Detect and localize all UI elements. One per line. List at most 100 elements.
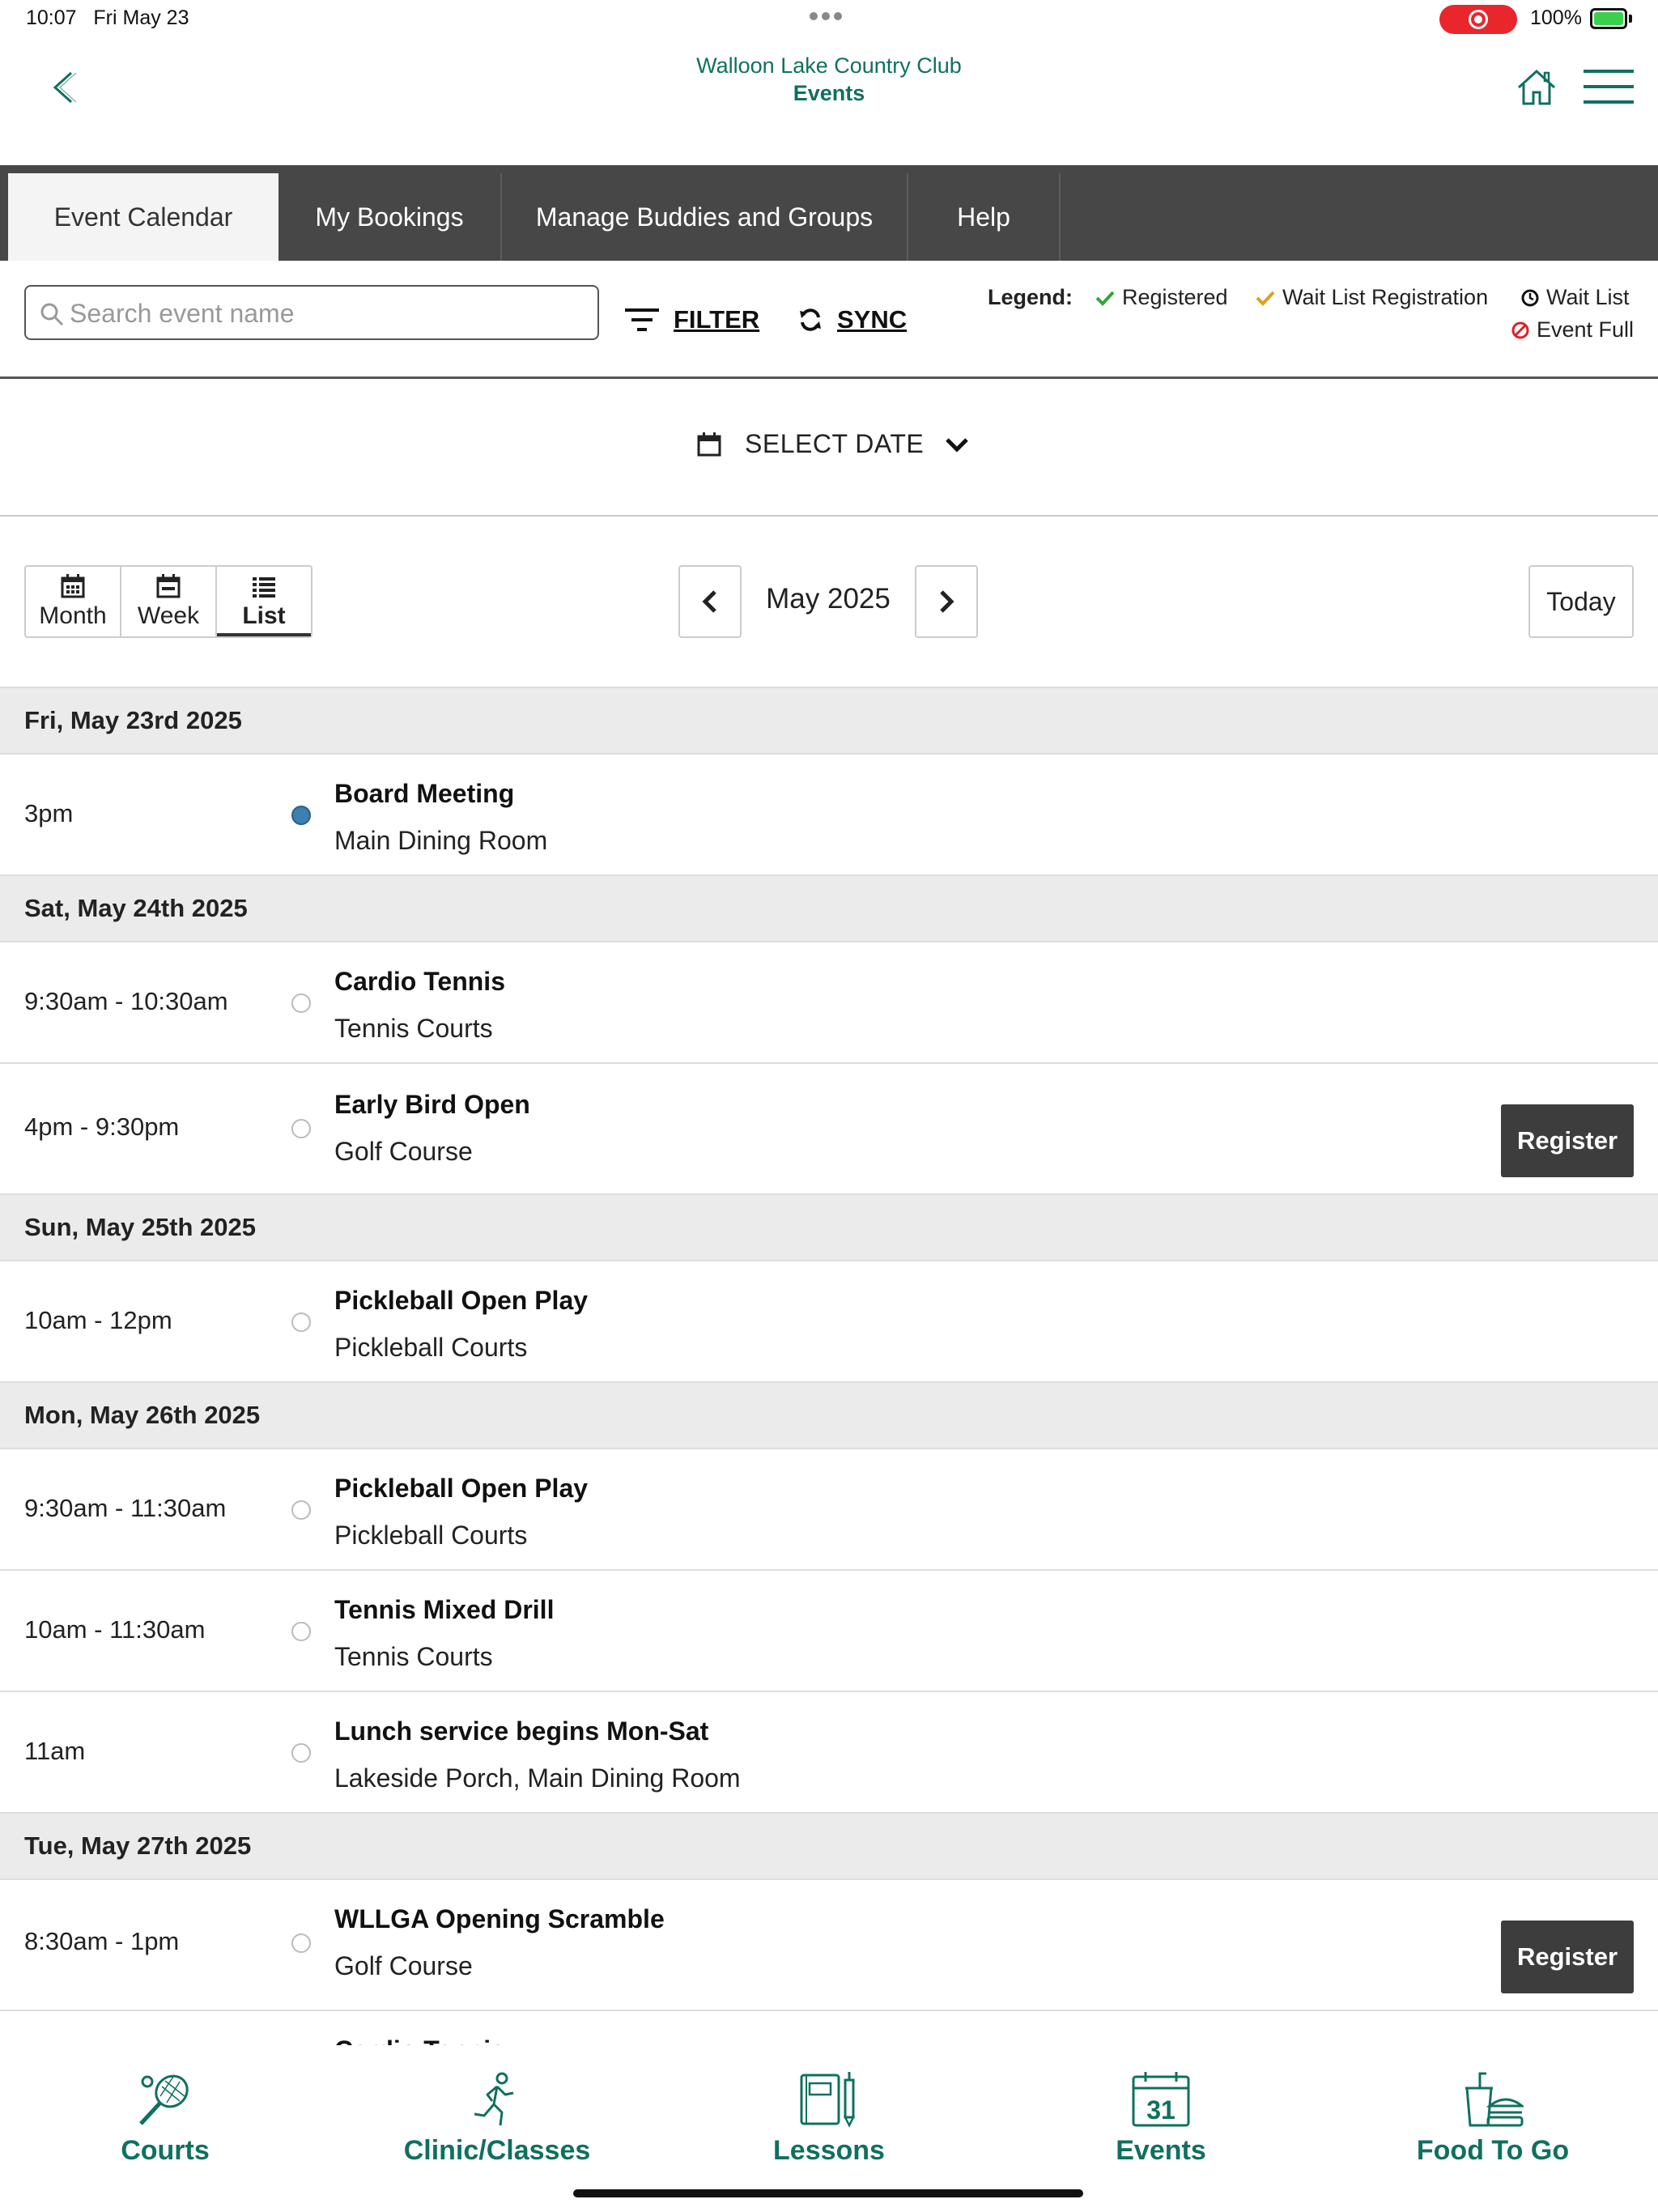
search-toolbar: FILTER SYNC Legend: Registered Wait List…: [0, 261, 1658, 379]
event-location: Golf Course: [334, 1137, 473, 1166]
current-month-label: May 2025: [766, 583, 891, 615]
check-icon: [1256, 291, 1275, 306]
view-list-button[interactable]: List: [217, 567, 311, 636]
filter-icon: [625, 308, 659, 331]
chevron-right-icon: [940, 590, 954, 613]
nav-clinic-classes-label: Clinic/Classes: [403, 2135, 591, 2166]
event-status-dot: [291, 993, 311, 1013]
calendar-month-icon: [61, 574, 85, 598]
event-row[interactable]: Cardio Tennis: [0, 2011, 1658, 2045]
event-time: 3pm: [24, 799, 74, 827]
event-row[interactable]: 4pm - 9:30pm Early Bird Open Golf Course…: [0, 1064, 1658, 1195]
event-name[interactable]: Cardio Tennis: [334, 2035, 505, 2045]
filter-label: FILTER: [674, 305, 760, 334]
event-name[interactable]: Cardio Tennis: [334, 967, 505, 997]
event-row[interactable]: 8:30am - 1pm WLLGA Opening Scramble Golf…: [0, 1880, 1658, 2011]
select-date-dropdown[interactable]: SELECT DATE: [696, 429, 969, 459]
view-week-button[interactable]: Week: [121, 567, 217, 636]
event-status-dot: [291, 1743, 311, 1763]
today-button[interactable]: Today: [1528, 565, 1634, 638]
date-selector-row: SELECT DATE: [0, 379, 1658, 517]
sync-button[interactable]: SYNC: [798, 300, 907, 340]
filter-button[interactable]: FILTER: [625, 300, 759, 340]
nav-lessons-label: Lessons: [773, 2135, 885, 2166]
legend-wait-list: Wait List: [1520, 285, 1630, 310]
legend-registered: Registered: [1095, 285, 1228, 310]
view-month-label: Month: [39, 602, 107, 629]
event-time: 9:30am - 11:30am: [24, 1494, 227, 1522]
events-calendar-day: 31: [1146, 2095, 1175, 2125]
event-location: Tennis Courts: [334, 1014, 493, 1043]
notebook-pencil-icon: [800, 2072, 856, 2128]
legend-title: Legend:: [988, 285, 1073, 309]
battery-tip: [1629, 15, 1632, 23]
check-icon: [1095, 291, 1115, 306]
event-row[interactable]: 9:30am - 10:30am Cardio Tennis Tennis Co…: [0, 942, 1658, 1064]
event-location: Lakeside Porch, Main Dining Room: [334, 1763, 741, 1793]
event-list: Fri, May 23rd 2025 3pm Board Meeting Mai…: [0, 687, 1658, 2045]
event-row[interactable]: 10am - 11:30am Tennis Mixed Drill Tennis…: [0, 1571, 1658, 1692]
nav-food-to-go-label: Food To Go: [1416, 2135, 1570, 2166]
legend-event-full: Event Full: [1511, 317, 1634, 342]
legend-wait-list-registration: Wait List Registration: [1255, 285, 1488, 310]
event-status-dot: [291, 1119, 311, 1138]
event-location: Tennis Courts: [334, 1642, 493, 1671]
home-icon[interactable]: [1514, 65, 1559, 110]
next-month-button[interactable]: [915, 565, 978, 638]
day-header: Fri, May 23rd 2025: [0, 688, 1658, 755]
chevron-left-icon: [702, 590, 716, 613]
bottom-navigation: Courts Clinic/Classes Lessons 31 Events …: [0, 2045, 1658, 2212]
prohibited-icon: [1511, 321, 1529, 338]
event-name[interactable]: Tennis Mixed Drill: [334, 1595, 554, 1625]
nav-events-label: Events: [1116, 2135, 1206, 2166]
hamburger-menu-icon[interactable]: [1582, 65, 1635, 110]
event-status-dot: [291, 1622, 311, 1641]
event-name[interactable]: Board Meeting: [334, 779, 514, 809]
search-input[interactable]: [70, 295, 588, 332]
screen-recording-icon[interactable]: [1439, 5, 1517, 34]
event-row[interactable]: 10am - 12pm Pickleball Open Play Pickleb…: [0, 1261, 1658, 1383]
clock-icon: [1521, 289, 1539, 306]
nav-events[interactable]: 31 Events: [1039, 2045, 1282, 2167]
event-row[interactable]: 3pm Board Meeting Main Dining Room: [0, 755, 1658, 876]
nav-clinic-classes[interactable]: Clinic/Classes: [376, 2045, 619, 2167]
event-time: 10am - 12pm: [24, 1306, 172, 1334]
previous-month-button[interactable]: [678, 565, 742, 638]
battery-icon: [1590, 8, 1627, 29]
tab-bar: Event Calendar My Bookings Manage Buddie…: [0, 165, 1658, 261]
search-field[interactable]: [24, 285, 599, 340]
day-header: Sat, May 24th 2025: [0, 876, 1658, 942]
nav-food-to-go[interactable]: Food To Go: [1371, 2045, 1614, 2167]
event-time: 9:30am - 10:30am: [24, 987, 228, 1015]
multitask-dots-icon[interactable]: [810, 10, 848, 20]
event-name[interactable]: Pickleball Open Play: [334, 1286, 588, 1316]
event-status-dot: [291, 1312, 311, 1332]
event-name[interactable]: Pickleball Open Play: [334, 1474, 588, 1504]
tab-my-bookings[interactable]: My Bookings: [278, 173, 502, 261]
day-header: Tue, May 27th 2025: [0, 1814, 1658, 1880]
register-button[interactable]: Register: [1501, 1104, 1634, 1177]
tab-event-calendar[interactable]: Event Calendar: [8, 173, 278, 261]
tab-manage-buddies-groups[interactable]: Manage Buddies and Groups: [502, 173, 908, 261]
nav-courts[interactable]: Courts: [44, 2045, 287, 2167]
event-name[interactable]: Early Bird Open: [334, 1090, 530, 1120]
event-time: 8:30am - 1pm: [24, 1927, 180, 1955]
day-header: Mon, May 26th 2025: [0, 1383, 1658, 1449]
tab-help[interactable]: Help: [908, 173, 1061, 261]
nav-courts-label: Courts: [121, 2135, 210, 2166]
app-header: Walloon Lake Country Club Events: [0, 39, 1658, 165]
chevron-down-icon: [946, 437, 969, 453]
sync-label: SYNC: [837, 305, 908, 334]
register-button[interactable]: Register: [1501, 1921, 1634, 1993]
event-name[interactable]: WLLGA Opening Scramble: [334, 1904, 665, 1934]
select-date-label: SELECT DATE: [745, 429, 925, 458]
nav-lessons[interactable]: Lessons: [708, 2045, 950, 2167]
event-name[interactable]: Lunch service begins Mon-Sat: [334, 1716, 708, 1746]
event-row[interactable]: 11am Lunch service begins Mon-Sat Lakesi…: [0, 1692, 1658, 1814]
view-month-button[interactable]: Month: [26, 567, 121, 636]
home-indicator[interactable]: [573, 2189, 1083, 2197]
tennis-racket-icon: [139, 2074, 189, 2125]
event-row[interactable]: 9:30am - 11:30am Pickleball Open Play Pi…: [0, 1449, 1658, 1571]
event-time: 11am: [24, 1737, 86, 1765]
event-location: Pickleball Courts: [334, 1333, 528, 1362]
